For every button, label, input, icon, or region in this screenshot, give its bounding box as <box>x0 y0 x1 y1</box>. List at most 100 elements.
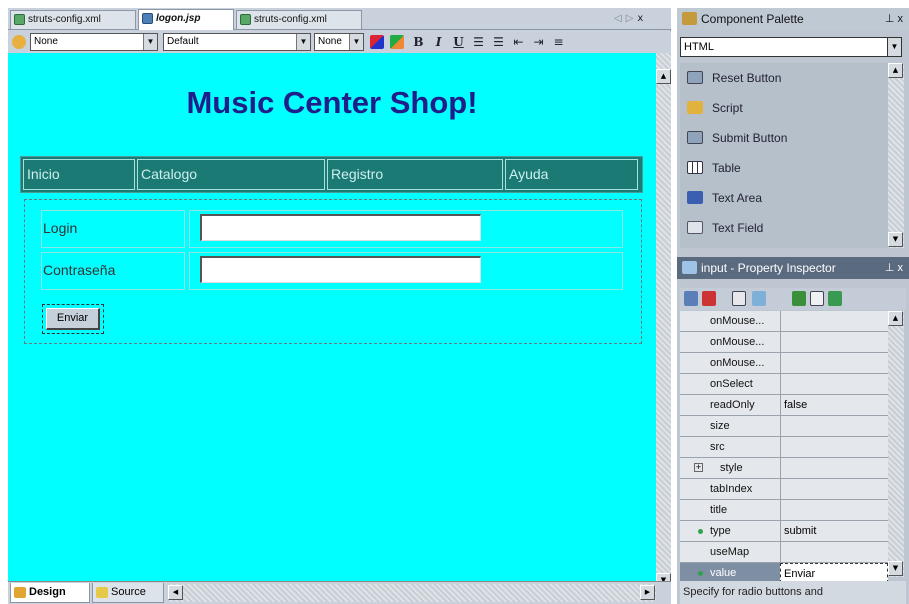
property-row[interactable]: title <box>680 500 888 521</box>
nav-item-catalogo[interactable]: Catalogo <box>137 159 325 190</box>
property-row[interactable]: onMouse... <box>680 353 888 374</box>
property-grid-scrollbar[interactable]: ▲ ▼ <box>888 311 904 577</box>
property-row[interactable]: onMouse... <box>680 332 888 353</box>
horizontal-scrollbar[interactable]: ◀ ▶ <box>168 584 656 602</box>
outdent-icon[interactable]: ⇤ <box>510 33 527 51</box>
property-value[interactable]: false <box>780 395 888 415</box>
nav-table[interactable]: Inicio Catalogo Registro Ayuda <box>20 156 643 193</box>
properties-icon[interactable] <box>732 291 746 306</box>
nav-item-ayuda[interactable]: Ayuda <box>505 159 638 190</box>
login-input[interactable] <box>200 214 481 241</box>
property-value[interactable] <box>780 374 888 394</box>
font-size-select[interactable]: None ▼ <box>314 33 364 51</box>
expand-icon[interactable]: + <box>694 463 703 472</box>
xml-file-icon <box>240 14 251 25</box>
property-row[interactable]: size <box>680 416 888 437</box>
property-name: onMouse... <box>710 315 765 327</box>
palette-item-submit-button[interactable]: Submit Button <box>680 123 888 153</box>
tab-logon-jsp[interactable]: logon.jsp <box>138 9 234 30</box>
scroll-left-icon[interactable]: ◁ <box>614 13 626 24</box>
modified-indicator-icon <box>698 529 703 534</box>
pin-close-icon[interactable]: ⊥ x <box>885 257 903 279</box>
scroll-down-icon[interactable]: ▼ <box>888 232 903 247</box>
find-icon[interactable] <box>752 291 766 306</box>
tab-navigation: ◁▷x <box>614 11 668 27</box>
reset-button-icon <box>687 71 703 84</box>
editor-tab-bar: struts-config.xml logon.jsp struts-confi… <box>8 8 671 30</box>
ordered-list-icon[interactable]: ☰ <box>470 33 487 51</box>
property-row[interactable]: onMouse... <box>680 311 888 332</box>
design-canvas[interactable]: Music Center Shop! Inicio Catalogo Regis… <box>8 53 656 590</box>
italic-button[interactable]: I <box>430 33 447 51</box>
scroll-up-icon[interactable]: ▲ <box>888 311 903 326</box>
palette-page-value: HTML <box>684 41 714 53</box>
property-row[interactable]: onSelect <box>680 374 888 395</box>
property-row[interactable]: useMap <box>680 542 888 563</box>
palette-item-table[interactable]: Table <box>680 153 888 183</box>
right-dock: Component Palette ⊥ x HTML ▼ Reset Butto… <box>677 8 909 604</box>
copy-icon[interactable] <box>810 291 824 306</box>
property-value[interactable] <box>780 542 888 562</box>
nav-item-inicio[interactable]: Inicio <box>23 159 135 190</box>
background-color-icon[interactable] <box>390 35 404 49</box>
property-value[interactable] <box>780 458 888 478</box>
paragraph-style-select[interactable]: None ▼ <box>30 33 158 51</box>
property-row[interactable]: readOnly false <box>680 395 888 416</box>
submit-button[interactable]: Enviar <box>46 308 100 330</box>
property-value[interactable]: Enviar <box>780 563 888 583</box>
list-icon[interactable] <box>828 291 842 306</box>
underline-button[interactable]: U <box>450 33 467 51</box>
palette-page-select[interactable]: HTML ▼ <box>680 37 902 57</box>
property-value[interactable] <box>780 437 888 457</box>
text-area-icon <box>687 191 703 204</box>
palette-item-reset-button[interactable]: Reset Button <box>680 63 888 93</box>
scroll-right-icon[interactable]: ▷ <box>626 13 638 24</box>
bold-button[interactable]: B <box>410 33 427 51</box>
property-value[interactable] <box>780 332 888 352</box>
property-value[interactable] <box>780 500 888 520</box>
tab-design[interactable]: Design <box>10 583 90 603</box>
property-row[interactable]: + style <box>680 458 888 479</box>
foreground-color-icon[interactable] <box>370 35 384 49</box>
scroll-left-icon[interactable]: ◀ <box>168 585 183 600</box>
category-icon[interactable] <box>702 291 716 306</box>
scroll-down-icon[interactable]: ▼ <box>888 561 903 576</box>
property-row[interactable]: type submit <box>680 521 888 542</box>
property-name: onSelect <box>710 378 753 390</box>
property-value[interactable]: submit <box>780 521 888 541</box>
tab-struts-config-1[interactable]: struts-config.xml <box>10 10 136 29</box>
property-value[interactable] <box>780 479 888 499</box>
property-name: useMap <box>710 546 750 558</box>
scroll-right-icon[interactable]: ▶ <box>640 585 655 600</box>
login-label: Login <box>43 220 78 236</box>
editor-vertical-scrollbar[interactable]: ▲ ▼ <box>656 53 671 590</box>
close-icon[interactable]: x <box>637 13 647 24</box>
scroll-up-icon[interactable]: ▲ <box>888 63 903 78</box>
font-family-select[interactable]: Default ▼ <box>163 33 311 51</box>
nav-item-registro[interactable]: Registro <box>327 159 503 190</box>
unordered-list-icon[interactable]: ☰ <box>490 33 507 51</box>
property-value[interactable] <box>780 353 888 373</box>
tab-struts-config-2[interactable]: struts-config.xml <box>236 10 362 29</box>
property-value[interactable] <box>780 416 888 436</box>
submit-button-selection[interactable]: Enviar <box>42 304 104 334</box>
property-row[interactable]: src <box>680 437 888 458</box>
submit-button-icon <box>687 131 703 144</box>
pin-close-icon[interactable]: ⊥ x <box>885 8 903 30</box>
password-input[interactable] <box>200 256 481 283</box>
align-icon[interactable]: ≡ <box>550 33 567 51</box>
view-tab-bar: Design Source ◀ ▶ <box>8 581 671 604</box>
property-value[interactable] <box>780 311 888 331</box>
property-row[interactable]: tabIndex <box>680 479 888 500</box>
palette-scrollbar[interactable]: ▲ ▼ <box>888 63 904 248</box>
palette-item-text-area[interactable]: Text Area <box>680 183 888 213</box>
property-inspector-header: input - Property Inspector ⊥ x <box>677 257 909 279</box>
palette-item-text-field[interactable]: Text Field <box>680 213 888 243</box>
scroll-up-icon[interactable]: ▲ <box>656 69 671 84</box>
palette-item-script[interactable]: Script <box>680 93 888 123</box>
filter-icon[interactable] <box>792 291 806 306</box>
property-name: readOnly <box>710 399 755 411</box>
indent-icon[interactable]: ⇥ <box>530 33 547 51</box>
sort-icon[interactable] <box>684 291 698 306</box>
tab-source[interactable]: Source <box>92 583 164 603</box>
